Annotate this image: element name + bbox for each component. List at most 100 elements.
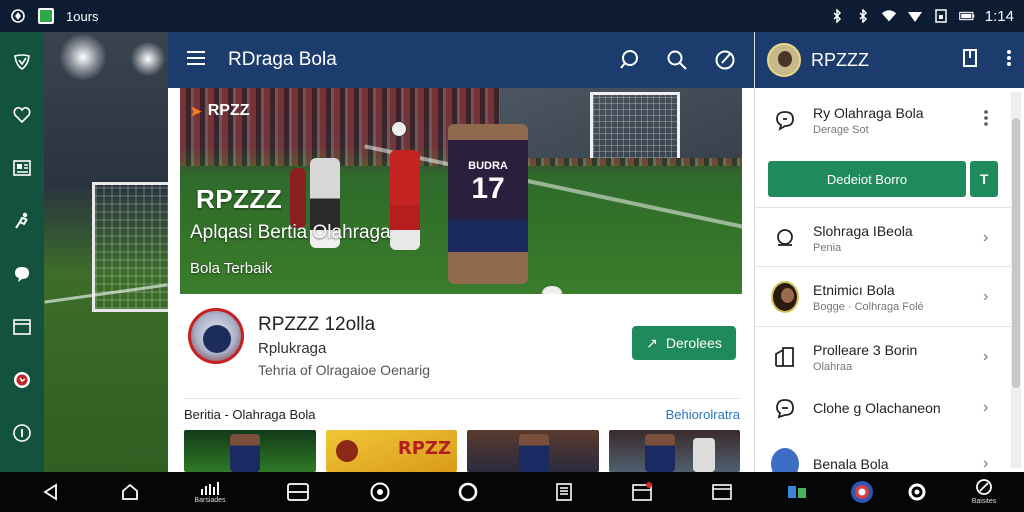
divider <box>755 326 1011 327</box>
install-button-label: Derolees <box>665 335 722 351</box>
chat-bubble-icon <box>15 267 29 282</box>
back-icon <box>43 483 57 501</box>
nav-recents-button[interactable] <box>285 472 311 512</box>
jersey-name: BUDRA <box>468 160 508 172</box>
chevron-right-icon: › <box>983 348 989 365</box>
ball-icon <box>391 121 407 137</box>
rail-heart-button[interactable] <box>6 99 38 131</box>
install-button[interactable]: ↗ Derolees <box>632 326 736 360</box>
nav-label: Barsiades <box>194 497 226 504</box>
team-avatar-icon <box>771 448 799 472</box>
bluetooth-icon <box>829 8 845 24</box>
sim-icon <box>933 8 949 24</box>
app-description: Tehria of Olragaioe Oenarig <box>258 362 430 378</box>
news-thumbnail[interactable] <box>467 430 599 472</box>
nav-apps-button[interactable] <box>784 472 810 512</box>
hero-banner[interactable]: BUDRA 17 ➤ RPZZ RPZZZ Aplqasi Bertia Ola… <box>180 88 742 294</box>
player-figure: BUDRA 17 <box>448 124 528 284</box>
window-icon <box>712 484 732 500</box>
rail-record-button[interactable] <box>6 364 38 396</box>
circle-icon <box>458 482 478 502</box>
side-panel-cta-button[interactable]: Dedeiot Borro <box>768 161 966 197</box>
more-vert-icon[interactable] <box>1006 49 1012 72</box>
side-panel-scrollbar[interactable] <box>1011 92 1021 468</box>
list-item[interactable]: Prolleare 3 Borin Olahraa › <box>755 328 1011 386</box>
nav-window-button[interactable] <box>709 472 735 512</box>
list-item[interactable]: Slohraga IBeola Penia › <box>755 210 1011 266</box>
rail-info-button[interactable] <box>6 417 38 449</box>
nav-app-shortcut[interactable]: Barsiades <box>190 472 230 512</box>
side-panel-cta-toggle[interactable]: T <box>970 161 998 197</box>
divider <box>755 207 1011 208</box>
nav-assistant-button[interactable] <box>367 472 393 512</box>
calendar-icon <box>632 482 652 501</box>
record-icon <box>14 372 30 388</box>
app-developer: Rplukraga <box>258 340 327 357</box>
nav-calendar-button[interactable] <box>629 472 655 512</box>
assistant-icon <box>370 482 390 502</box>
rail-chat-button[interactable] <box>6 258 38 290</box>
rail-news-button[interactable] <box>6 152 38 184</box>
hero-logo: ➤ RPZZ <box>190 102 250 120</box>
player-avatar-icon <box>771 281 799 313</box>
app-bar: RDraga Bola <box>168 32 754 88</box>
chat-icon[interactable] <box>618 49 640 71</box>
rail-running-button[interactable] <box>6 205 38 237</box>
notes-icon <box>556 483 572 501</box>
status-app-label: 1ours <box>66 8 99 24</box>
list-item[interactable]: Benala Bola › <box>755 448 1011 472</box>
leaf-icon <box>14 54 30 70</box>
chat-outline-icon <box>771 224 799 252</box>
chevron-right-icon: › <box>983 288 989 305</box>
app-bar-title: RDraga Bola <box>228 49 337 70</box>
rail-home-button[interactable] <box>6 46 38 78</box>
app-avatar <box>188 308 244 364</box>
search-icon[interactable] <box>666 49 688 71</box>
app-row-subtitle: Derage Sot <box>813 123 869 136</box>
hero-logo-text: RPZZ <box>207 102 250 119</box>
rail-window-button[interactable] <box>6 311 38 343</box>
comment-icon <box>771 394 799 422</box>
app-row-title: Ry Olahraga Bola <box>813 104 924 121</box>
nav-home-button[interactable] <box>117 472 143 512</box>
profile-avatar[interactable] <box>767 43 801 77</box>
nav-back-button[interactable] <box>38 472 64 512</box>
list-item-title: Slohraga IBeola <box>813 222 913 239</box>
news-thumbnail[interactable] <box>608 430 740 472</box>
nav-sports-button[interactable]: Baisites <box>962 472 1006 512</box>
android-icon <box>10 8 26 24</box>
nav-team-button[interactable] <box>848 472 876 512</box>
status-time: 1:14 <box>984 7 1014 25</box>
section-link[interactable]: Behiorolratra <box>666 407 740 422</box>
window-icon <box>13 319 31 335</box>
app-notification-icon <box>38 8 54 24</box>
list-item[interactable]: Etnimicı Bola Bogge · Colhraga Folé › <box>755 268 1011 326</box>
news-thumbnail[interactable] <box>184 430 316 472</box>
app-name: RPZZZ 12olla <box>258 314 376 335</box>
compass-icon[interactable] <box>714 49 736 71</box>
arrow-icon: ↗ <box>646 334 658 351</box>
nav-settings-button[interactable] <box>904 472 930 512</box>
ball-icon <box>542 286 562 294</box>
list-item[interactable]: Clohe g Olachaneon › <box>755 388 1011 428</box>
news-thumbnail[interactable]: RPZZ <box>325 430 457 472</box>
bookmark-icon[interactable] <box>962 48 978 73</box>
side-panel-app-row[interactable]: Ry Olahraga Bola Derage Sot <box>755 92 1011 148</box>
jersey-number: 17 <box>471 172 505 205</box>
building-icon <box>771 343 799 371</box>
flame-icon: ➤ <box>190 102 202 119</box>
menu-icon[interactable] <box>186 50 206 71</box>
more-vert-icon[interactable] <box>983 109 999 132</box>
status-bar: 1ours 1:14 <box>0 0 1024 32</box>
apps-icon <box>788 486 806 498</box>
news-thumbnails: RPZZ <box>184 430 740 472</box>
battery-icon <box>958 8 975 24</box>
background-stadium-image <box>44 32 168 472</box>
nav-notes-button[interactable] <box>551 472 577 512</box>
hero-subline: Bola Terbaik <box>190 260 273 277</box>
section-title: Beritia - Olahraga Bola <box>184 407 316 422</box>
recents-icon <box>287 483 309 501</box>
side-panel-header: RPZZZ <box>755 32 1024 88</box>
nav-circle-button[interactable] <box>455 472 481 512</box>
list-item-subtitle: Penia <box>813 241 842 254</box>
